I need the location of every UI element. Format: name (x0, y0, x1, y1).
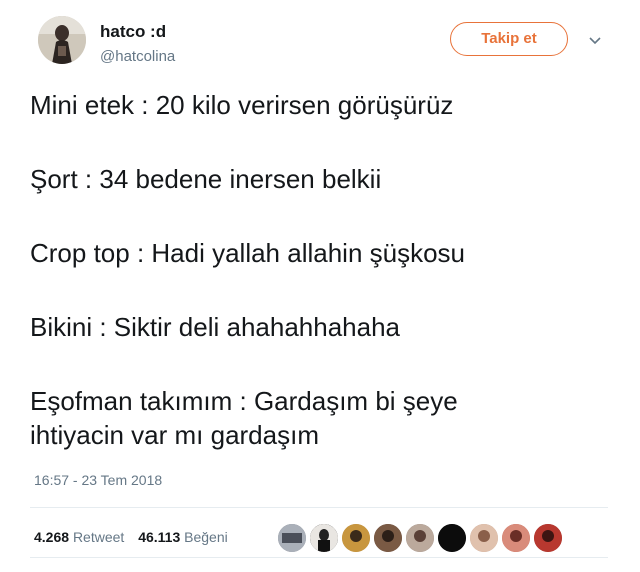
tweet-line-mini-etek: Mini etek : 20 kilo verirsen görüşürüz (30, 90, 454, 120)
liker-avatar[interactable] (532, 522, 564, 554)
liker-avatar[interactable] (308, 522, 340, 554)
liker-avatar[interactable] (340, 522, 372, 554)
tweet-header: hatco :d @hatcolina Takip et (30, 14, 620, 78)
tweet-line-esofman-cont: ihtiyacin var mı gardaşım (30, 420, 319, 450)
liker-avatar-image (342, 524, 370, 552)
liker-avatar-image (470, 524, 498, 552)
tweet-line-esofman: Eşofman takımım : Gardaşım bi şeye (30, 386, 458, 416)
tweet-stats: 4.268 Retweet 46.113 Beğeni (34, 522, 238, 552)
chevron-down-icon[interactable] (588, 34, 602, 48)
liker-avatar-image (374, 524, 402, 552)
display-name[interactable]: hatco :d (100, 22, 166, 42)
tweet-text: Mini etek : 20 kilo verirsen görüşürüz Ş… (30, 88, 610, 452)
tweet-timestamp[interactable]: 16:57 - 23 Tem 2018 (34, 472, 162, 488)
follow-button[interactable]: Takip et (450, 22, 568, 56)
liker-avatar[interactable] (372, 522, 404, 554)
tweet-line-sort: Şort : 34 bedene inersen belkii (30, 164, 382, 194)
liker-avatar-image (278, 524, 306, 552)
liker-avatar-image (406, 524, 434, 552)
like-number: 46.113 (138, 529, 181, 545)
avatar-image (38, 16, 86, 64)
liker-avatar[interactable] (468, 522, 500, 554)
tweet-line-crop-top: Crop top : Hadi yallah allahin şüşkosu (30, 238, 466, 268)
retweet-label: Retweet (72, 529, 125, 545)
liker-avatar-image (310, 524, 338, 552)
like-count[interactable]: 46.113 Beğeni (138, 522, 228, 552)
avatar[interactable] (38, 16, 86, 64)
divider (30, 557, 608, 558)
liker-avatar[interactable] (500, 522, 532, 554)
user-handle[interactable]: @hatcolina (100, 48, 175, 65)
divider (30, 507, 608, 508)
tweet-line-bikini: Bikini : Siktir deli ahahahhahaha (30, 312, 401, 342)
liker-avatar[interactable] (436, 522, 468, 554)
retweet-count[interactable]: 4.268 Retweet (34, 522, 124, 552)
liker-avatar[interactable] (276, 522, 308, 554)
liker-avatar-image (534, 524, 562, 552)
liker-avatar-image (502, 524, 530, 552)
retweet-number: 4.268 (34, 529, 70, 545)
liker-avatar-image (438, 524, 466, 552)
liker-avatar[interactable] (404, 522, 436, 554)
like-label: Beğeni (184, 529, 228, 545)
